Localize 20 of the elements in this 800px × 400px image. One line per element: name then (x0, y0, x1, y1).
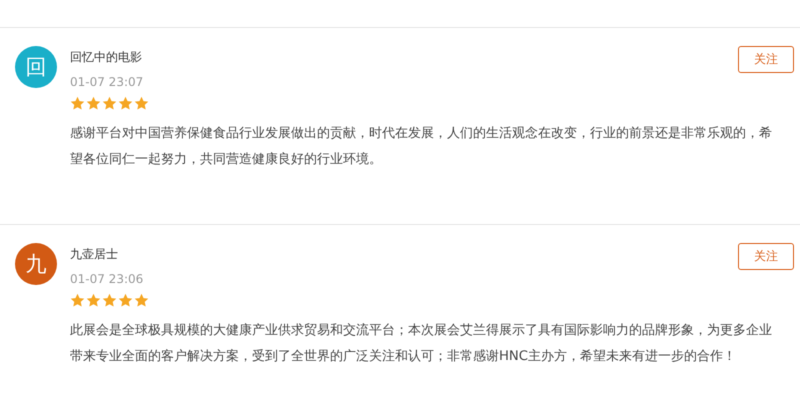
avatar: 九 (15, 243, 57, 285)
avatar: 回 (15, 46, 57, 88)
follow-button[interactable]: 关注 (738, 243, 794, 270)
comment-time: 01-07 23:07 (70, 75, 144, 89)
star-icon (134, 293, 149, 308)
star-icon (118, 96, 133, 111)
star-icon (70, 96, 85, 111)
star-icon (118, 293, 133, 308)
follow-button[interactable]: 关注 (738, 46, 794, 73)
star-icon (86, 96, 101, 111)
star-icon (86, 293, 101, 308)
user-name[interactable]: 九壶居士 (70, 246, 118, 263)
star-icon (134, 96, 149, 111)
user-name[interactable]: 回忆中的电影 (70, 49, 142, 66)
comment-text: 此展会是全球极具规模的大健康产业供求贸易和交流平台；本次展会艾兰得展示了具有国际影响力的品牌形象，为更多企业带来专业全面的客户解决方案，受到了全世界的广泛关注和认可；非常感谢HNC主办方，希望未来有进一步的合作！ (70, 322, 773, 366)
star-icon (102, 96, 117, 111)
comment-text: 感谢平台对中国营养保健食品行业发展做出的贡献，时代在发展，人们的生活观念在改变，行业的前景还是非常乐观的，希望各位同仁一起努力，共同营造健康良好的行业环境。 (70, 125, 773, 169)
star-icon (70, 293, 85, 308)
star-icon (102, 293, 117, 308)
comment-time: 01-07 23:06 (70, 272, 144, 286)
